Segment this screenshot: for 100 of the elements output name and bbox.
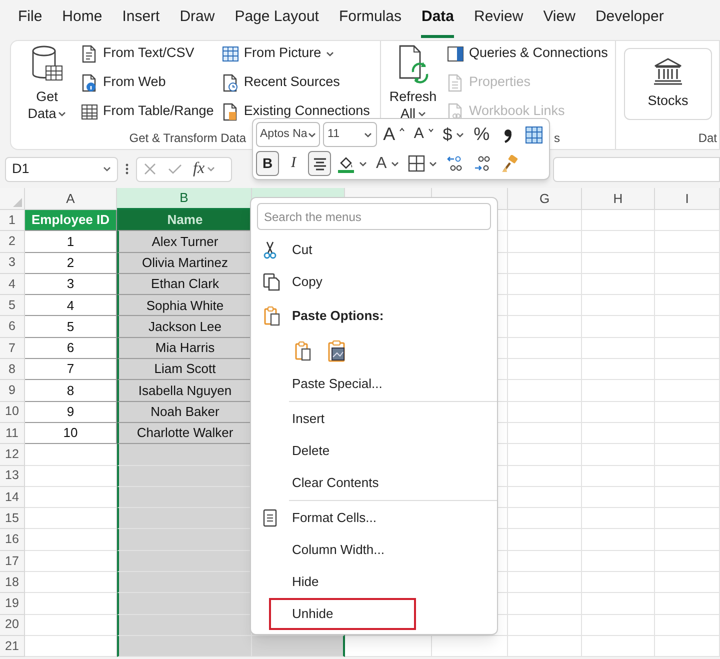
- ribbon-button[interactable]: Queries & Connections: [447, 45, 608, 62]
- document-icon: [81, 44, 98, 62]
- ribbon-button[interactable]: From Picture: [222, 45, 370, 62]
- table-cell: Sophia White: [117, 295, 252, 316]
- row-header[interactable]: 4: [0, 274, 25, 296]
- table-cell: [655, 231, 720, 253]
- name-box[interactable]: D1: [5, 156, 118, 182]
- row-header[interactable]: 2: [0, 231, 25, 253]
- row-header[interactable]: 19: [0, 593, 25, 615]
- ribbon-tab[interactable]: Page Layout: [234, 0, 319, 38]
- search-field[interactable]: Search the menus: [257, 203, 491, 230]
- menu-item[interactable]: Delete: [251, 435, 497, 467]
- ribbon-tab[interactable]: Home: [62, 0, 102, 38]
- toolbar-button[interactable]: A: [373, 151, 402, 176]
- font-size-dropdown[interactable]: 11: [322, 122, 378, 147]
- large-ribbon-button[interactable]: Refresh All: [387, 41, 439, 118]
- table-cell: 6: [25, 338, 117, 360]
- column-header[interactable]: A: [25, 188, 117, 210]
- menu-item[interactable]: Cut: [251, 234, 497, 266]
- align-center-icon: [312, 156, 328, 170]
- toolbar-button[interactable]: A: [380, 122, 408, 147]
- clipboard-picture-icon: [328, 340, 346, 362]
- row-header[interactable]: 14: [0, 486, 25, 508]
- column-header[interactable]: G: [508, 188, 582, 210]
- table-cell: Charlotte Walker: [117, 422, 252, 444]
- large-ribbon-button[interactable]: Get Data: [21, 41, 73, 118]
- ribbon-tab[interactable]: Insert: [122, 0, 160, 38]
- ribbon-tab[interactable]: View: [543, 0, 576, 38]
- menu-item[interactable]: Column Width...: [251, 534, 497, 566]
- table-cell: [655, 210, 720, 232]
- borders-icon: [408, 155, 425, 172]
- ribbon-button[interactable]: From Table/Range: [81, 103, 214, 120]
- row-header[interactable]: 13: [0, 466, 25, 487]
- list-document-icon: [447, 74, 464, 92]
- decimal-arrow-icon: [472, 154, 491, 172]
- caret-icon: [428, 160, 437, 166]
- row-header[interactable]: 16: [0, 529, 25, 551]
- group-label: Dat: [698, 130, 717, 147]
- format-cells-icon: [263, 509, 277, 527]
- column-header[interactable]: B: [117, 188, 252, 210]
- row-header[interactable]: 6: [0, 316, 25, 338]
- menu-item[interactable]: Unhide: [269, 598, 416, 630]
- menu-item[interactable]: Copy: [251, 266, 497, 298]
- menu-item[interactable]: Hide: [251, 566, 497, 598]
- row-header[interactable]: 1: [0, 210, 25, 232]
- ribbon-button[interactable]: From Web: [81, 74, 214, 91]
- table-cell: [655, 508, 720, 530]
- ribbon-tab[interactable]: Draw: [180, 0, 215, 38]
- table-cell: [655, 486, 720, 508]
- row-header[interactable]: 20: [0, 614, 25, 636]
- row-header[interactable]: 21: [0, 636, 25, 658]
- toolbar-button[interactable]: [308, 151, 331, 176]
- ribbon-button[interactable]: From Text/CSV: [81, 45, 214, 62]
- row-header[interactable]: 7: [0, 338, 25, 360]
- select-all-icon: [13, 198, 22, 207]
- table-cell: 1: [25, 231, 117, 253]
- row-header[interactable]: 3: [0, 252, 25, 274]
- ribbon-tab[interactable]: Formulas: [338, 0, 402, 38]
- toolbar-button[interactable]: I: [282, 151, 305, 176]
- column-header[interactable]: I: [655, 188, 720, 210]
- table-cell: [655, 529, 720, 551]
- row-header[interactable]: 17: [0, 550, 25, 572]
- row-header[interactable]: 15: [0, 508, 25, 530]
- table-cell: Noah Baker: [117, 402, 252, 423]
- paint-bucket-icon: [337, 154, 355, 172]
- toolbar-button[interactable]: %: [470, 122, 494, 147]
- toolbar-button[interactable]: $: [440, 122, 468, 147]
- caret-icon: [308, 132, 316, 138]
- table-cell: Isabella Nguyen: [117, 380, 252, 402]
- more-options-icon: [124, 162, 130, 176]
- table-style-icon: [525, 126, 544, 144]
- ribbon-tab[interactable]: Developer: [595, 0, 664, 38]
- menu-item[interactable]: Insert: [251, 403, 497, 435]
- row-header[interactable]: 10: [0, 402, 25, 423]
- table-cell: 7: [25, 359, 117, 380]
- row-header[interactable]: 18: [0, 572, 25, 594]
- insert-function-button[interactable]: fx: [193, 157, 215, 181]
- row-header[interactable]: 5: [0, 295, 25, 316]
- ribbon-button[interactable]: Recent Sources: [222, 74, 370, 91]
- caret-icon: [390, 160, 399, 166]
- menu-item[interactable]: Clear Contents: [251, 467, 497, 499]
- font-name-dropdown[interactable]: Aptos Na: [256, 122, 320, 147]
- formula-input[interactable]: [553, 156, 720, 182]
- menu-item[interactable]: Format Cells...: [251, 502, 497, 534]
- menu-item[interactable]: Paste Special...: [251, 368, 497, 400]
- row-header[interactable]: 8: [0, 359, 25, 380]
- table-cell: Alex Turner: [117, 231, 252, 253]
- row-header[interactable]: 9: [0, 380, 25, 402]
- table-cell: [655, 636, 720, 658]
- row-header[interactable]: 12: [0, 444, 25, 466]
- ribbon-tab[interactable]: File: [18, 0, 42, 38]
- ribbon-tab[interactable]: Review: [474, 0, 524, 38]
- table-cell: [655, 614, 720, 636]
- stocks-card[interactable]: Stocks: [624, 48, 712, 120]
- column-header[interactable]: H: [582, 188, 655, 210]
- toolbar-button[interactable]: A: [411, 122, 437, 147]
- toolbar-button[interactable]: B: [256, 151, 279, 176]
- row-header[interactable]: 11: [0, 422, 25, 444]
- table-cell: [655, 550, 720, 572]
- paste-button[interactable]: [326, 338, 348, 364]
